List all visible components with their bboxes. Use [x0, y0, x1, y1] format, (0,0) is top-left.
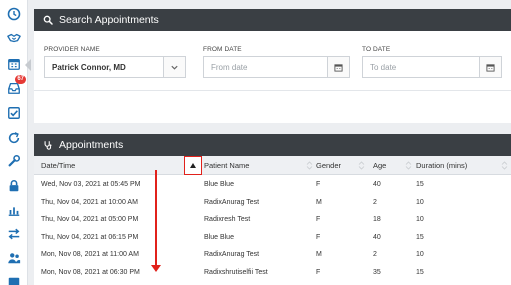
cell-patient-name: Radixresh Test — [204, 216, 251, 224]
column-header-patient-label: Patient Name — [204, 161, 250, 170]
table-row[interactable]: Wed, Nov 03, 2021 at 05:45 PM Blue Blue … — [34, 176, 511, 194]
column-header-age[interactable]: Age — [373, 156, 413, 175]
cell-datetime: Wed, Nov 03, 2021 at 05:45 PM — [41, 181, 141, 189]
handshake-icon[interactable] — [4, 28, 24, 48]
transfer-icon[interactable] — [4, 224, 24, 244]
checkbox-icon[interactable] — [4, 103, 24, 123]
cell-datetime: Thu, Nov 04, 2021 at 06:15 PM — [41, 233, 139, 241]
inbox-badge: 67 — [15, 75, 26, 84]
calendar-icon[interactable] — [479, 57, 501, 77]
cell-duration: 15 — [416, 181, 424, 189]
column-header-gender[interactable]: Gender — [316, 156, 366, 175]
cell-duration: 10 — [416, 251, 424, 259]
provider-select[interactable]: Patrick Connor, MD — [44, 56, 186, 78]
table-row[interactable]: Mon, Nov 08, 2021 at 06:30 PM Radixshrut… — [34, 264, 511, 282]
sort-icon[interactable] — [305, 161, 314, 170]
cell-age: 2 — [373, 198, 377, 206]
cell-gender: M — [316, 251, 322, 259]
calendar-icon[interactable] — [4, 54, 24, 74]
appointments-panel-title: Appointments — [59, 139, 124, 151]
column-header-patient-name[interactable]: Patient Name — [204, 156, 314, 175]
column-header-duration[interactable]: Duration (mins) — [416, 156, 509, 175]
from-date-placeholder: From date — [211, 62, 248, 72]
to-date-label: TO DATE — [362, 46, 391, 53]
cell-patient-name: RadixAnurag Test — [204, 198, 260, 206]
table-row[interactable]: Thu, Nov 04, 2021 at 06:15 PM Blue Blue … — [34, 229, 511, 247]
cell-age: 40 — [373, 181, 381, 189]
provider-name-label: PROVIDER NAME — [44, 46, 100, 53]
cell-datetime: Mon, Nov 08, 2021 at 11:00 AM — [41, 251, 139, 259]
cell-gender: F — [316, 233, 321, 241]
column-header-gender-label: Gender — [316, 161, 342, 170]
cell-gender: M — [316, 198, 322, 206]
cell-age: 18 — [373, 216, 381, 224]
search-icon — [43, 15, 53, 25]
more-icon[interactable] — [4, 273, 24, 285]
cell-age: 40 — [373, 233, 381, 241]
sidebar: 67 — [0, 0, 31, 285]
cell-patient-name: Blue Blue — [204, 233, 234, 241]
annotation-arrow-shaft — [155, 170, 157, 267]
cell-duration: 15 — [416, 233, 424, 241]
search-panel-title: Search Appointments — [59, 14, 159, 26]
cell-age: 35 — [373, 268, 381, 276]
search-appointments-panel: Search Appointments PROVIDER NAME Patric… — [34, 9, 511, 123]
from-date-input[interactable]: From date — [203, 56, 350, 78]
cell-datetime: Mon, Nov 08, 2021 at 06:30 PM — [41, 268, 140, 276]
search-panel-header: Search Appointments — [34, 9, 511, 31]
column-header-age-label: Age — [373, 161, 387, 170]
cell-gender: F — [316, 216, 321, 224]
cell-datetime: Thu, Nov 04, 2021 at 05:00 PM — [41, 216, 139, 224]
table-row[interactable]: Thu, Nov 04, 2021 at 10:00 AM RadixAnura… — [34, 194, 511, 212]
sidebar-collapse-toggle[interactable] — [25, 59, 31, 71]
from-date-label: FROM DATE — [203, 46, 242, 53]
sort-icon[interactable] — [500, 161, 509, 170]
bar-chart-icon[interactable] — [4, 200, 24, 220]
cell-duration: 10 — [416, 198, 424, 206]
lock-icon[interactable] — [4, 176, 24, 196]
refresh-icon[interactable] — [4, 128, 24, 148]
cell-gender: F — [316, 181, 321, 189]
cell-datetime: Thu, Nov 04, 2021 at 10:00 AM — [41, 198, 138, 206]
table-row[interactable]: Thu, Nov 04, 2021 at 05:00 PM Radixresh … — [34, 211, 511, 229]
search-panel-divider — [34, 90, 511, 91]
sort-icon[interactable] — [404, 161, 413, 170]
appointments-table-header: Date/Time Patient Name Gender Age Durati… — [34, 156, 511, 175]
users-icon[interactable] — [4, 248, 24, 268]
cell-duration: 15 — [416, 268, 424, 276]
sort-ascending-icon[interactable] — [184, 156, 202, 175]
cell-patient-name: RadixAnurag Test — [204, 251, 260, 259]
column-header-datetime-label: Date/Time — [41, 161, 76, 170]
chevron-down-icon[interactable] — [163, 57, 185, 77]
column-header-duration-label: Duration (mins) — [416, 161, 468, 170]
column-header-datetime[interactable]: Date/Time — [41, 156, 181, 175]
wrench-icon[interactable] — [4, 151, 24, 171]
appointments-panel: Appointments Date/Time Patient Name Gend… — [34, 134, 511, 285]
cell-gender: F — [316, 268, 321, 276]
to-date-placeholder: To date — [370, 62, 397, 72]
table-row[interactable]: Mon, Nov 08, 2021 at 11:00 AM RadixAnura… — [34, 246, 511, 264]
stethoscope-icon — [44, 141, 52, 150]
provider-select-value: Patrick Connor, MD — [52, 62, 126, 72]
appointments-panel-header: Appointments — [34, 134, 511, 156]
sort-icon[interactable] — [357, 161, 366, 170]
inbox-icon[interactable]: 67 — [4, 75, 26, 98]
cell-age: 2 — [373, 251, 377, 259]
cell-patient-name: Radixshrutiselfii Test — [204, 268, 268, 276]
calendar-icon[interactable] — [327, 57, 349, 77]
cell-duration: 10 — [416, 216, 424, 224]
cell-patient-name: Blue Blue — [204, 181, 234, 189]
clock-icon[interactable] — [4, 4, 24, 24]
to-date-input[interactable]: To date — [362, 56, 502, 78]
